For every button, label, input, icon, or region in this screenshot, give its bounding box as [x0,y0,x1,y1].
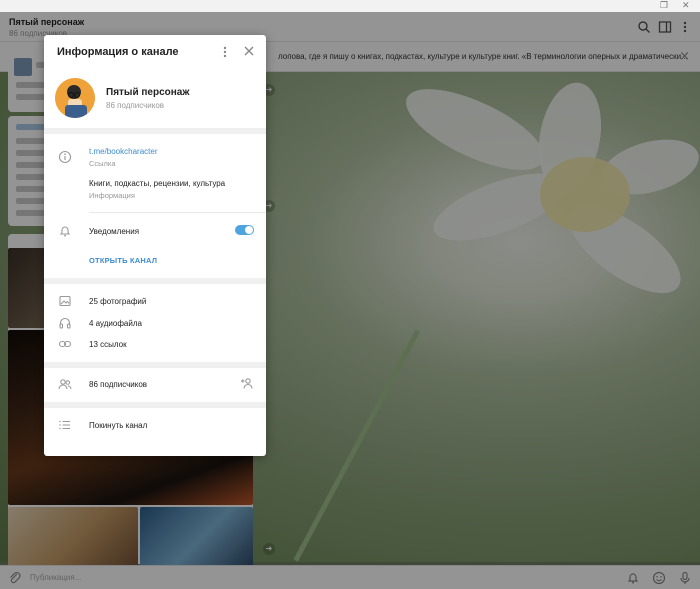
link-icon [58,340,72,348]
list-icon [59,420,70,430]
close-icon[interactable] [242,44,256,58]
channel-description-caption: Информация [89,191,135,200]
close-window-button[interactable]: ✕ [682,1,690,11]
members-icon [58,379,72,390]
toggle-knob [245,226,253,234]
links-count[interactable]: 13 ссылок [89,340,127,349]
restore-window-button[interactable]: ❐ [660,1,668,11]
more-vertical-icon[interactable] [219,44,231,60]
channel-info-dialog: Информация о канале Пятый персонаж 86 по… [44,35,266,456]
section-divider [44,128,266,134]
notifications-label: Уведомления [89,227,140,236]
window-titlebar: ❐ ✕ [0,0,700,12]
headphones-icon [59,317,71,329]
section-divider [44,402,266,408]
add-member-icon[interactable] [240,376,254,390]
dialog-title: Информация о канале [57,46,179,58]
avatar-illustration [55,78,95,118]
notifications-toggle[interactable] [235,225,254,235]
section-divider [44,362,266,368]
leave-channel-button[interactable]: Покинуть канал [89,421,147,430]
audio-count[interactable]: 4 аудиофайла [89,319,142,328]
channel-link[interactable]: t.me/bookcharacter [89,147,157,156]
open-channel-button[interactable]: ОТКРЫТЬ КАНАЛ [89,256,157,265]
photo-icon [59,295,71,307]
channel-description: Книги, подкасты, рецензии, культура [89,179,226,188]
section-divider [44,278,266,284]
photos-count[interactable]: 25 фотографий [89,297,146,306]
channel-avatar[interactable] [55,78,95,118]
channel-link-caption: Ссылка [89,159,116,168]
info-icon [58,150,72,164]
row-divider [89,212,266,213]
channel-name: Пятый персонаж [106,87,190,98]
bell-icon [59,226,71,237]
subscribers-label[interactable]: 86 подписчиков [89,380,147,389]
channel-subscriber-count: 86 подписчиков [106,101,165,110]
